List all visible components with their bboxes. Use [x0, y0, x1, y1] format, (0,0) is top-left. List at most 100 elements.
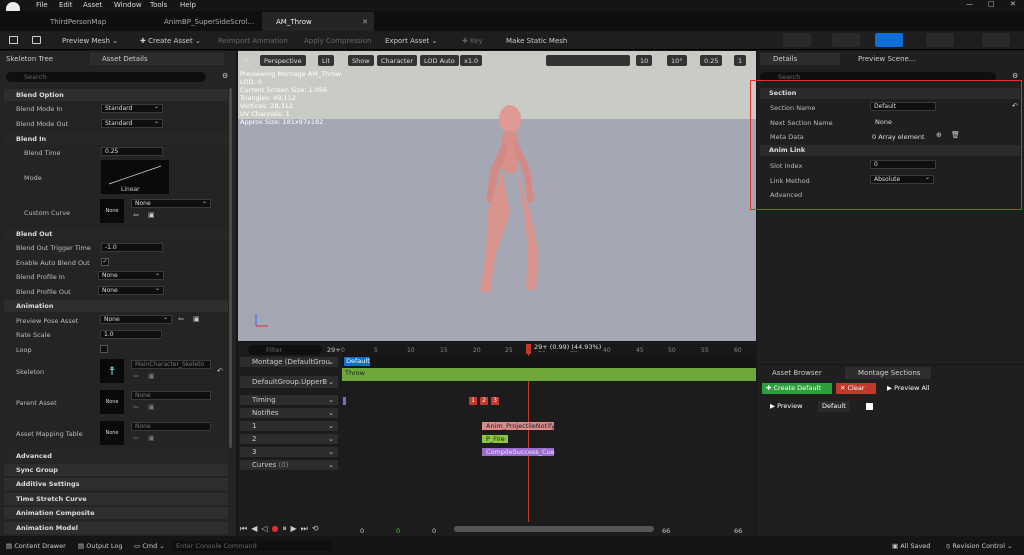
record-icon[interactable]: ●	[272, 524, 279, 534]
timing-marker[interactable]: 3	[491, 397, 499, 405]
category-animation[interactable]: Animation	[4, 300, 228, 312]
skip-end-icon[interactable]: ⏭	[301, 524, 308, 534]
skip-start-icon[interactable]: ⏮	[240, 524, 247, 534]
preview-button[interactable]: ▶ Preview	[770, 401, 802, 412]
skeleton-select[interactable]: MainCharacter_Skeleto	[131, 360, 211, 369]
section-default-chip[interactable]: Default	[818, 401, 850, 412]
play-reverse-icon[interactable]: ◁	[261, 524, 267, 534]
notify-track-1[interactable]: 1 ⌄	[240, 421, 338, 431]
perspective-button[interactable]: Perspective	[260, 55, 306, 66]
blend-time-input[interactable]: 0.25	[101, 147, 163, 156]
close-tab-icon[interactable]: ✕	[362, 18, 368, 26]
make-static-mesh-button[interactable]: Make Static Mesh	[506, 35, 567, 46]
category-additive-settings[interactable]: Additive Settings	[4, 478, 228, 490]
preview-all-button[interactable]: ▶ Preview All	[887, 383, 930, 394]
playback-speed-button[interactable]: x1.0	[460, 55, 483, 66]
chevron-down-icon[interactable]: ⌄	[328, 409, 334, 417]
range-start[interactable]: 0	[360, 527, 364, 535]
cmd-button[interactable]: ▭ Cmd ⌄	[134, 542, 165, 550]
lit-button[interactable]: Lit	[318, 55, 334, 66]
settings-icon[interactable]: ⚙	[222, 72, 228, 80]
slot-group-row[interactable]: DefaultGroup.UpperB ⌄	[240, 376, 338, 388]
minimize-icon[interactable]: —	[966, 0, 973, 8]
step-back-icon[interactable]: ◀	[251, 524, 257, 534]
output-log-button[interactable]: ▤ Output Log	[78, 542, 122, 550]
parent-asset-thumbnail[interactable]: None	[100, 390, 124, 414]
custom-curve-thumbnail[interactable]: None	[100, 199, 124, 223]
create-asset-button[interactable]: ✚ Create Asset ⌄	[140, 35, 201, 46]
step-forward-icon[interactable]: ▶	[291, 524, 297, 534]
browse-asset-icon[interactable]: ▣	[148, 211, 155, 219]
range-end[interactable]: 66	[734, 527, 742, 535]
tab-asset-details[interactable]: Asset Details	[90, 53, 224, 65]
menu-help[interactable]: Help	[180, 1, 196, 9]
blend-out-trigger-input[interactable]: -1.0	[101, 243, 163, 252]
timeline-scrollbar[interactable]	[454, 526, 654, 532]
throw-segment[interactable]: Throw	[342, 368, 756, 381]
tab-am-throw[interactable]: AM_Throw ✕	[262, 12, 374, 31]
view-start-2[interactable]: 0	[432, 527, 436, 535]
view-start[interactable]: 0	[396, 527, 400, 535]
notifies-row[interactable]: Notifies ⌄	[240, 408, 338, 418]
chevron-down-icon[interactable]: ⌄	[328, 435, 334, 443]
blend-profile-out-select[interactable]: None	[98, 285, 164, 295]
browse-asset-icon[interactable]: ▣	[148, 403, 155, 411]
save-icon[interactable]	[9, 36, 18, 44]
export-asset-button[interactable]: Export Asset ⌄	[385, 35, 437, 46]
tab-animbp[interactable]: AnimBP_SuperSideScrol...	[150, 12, 258, 31]
scrollbar[interactable]	[229, 88, 232, 448]
all-saved-indicator[interactable]: ▣ All Saved	[892, 542, 930, 550]
chevron-down-icon[interactable]: ⌄	[328, 422, 334, 430]
enable-auto-blend-out-checkbox[interactable]: ✓	[101, 258, 109, 266]
tab-skeleton-tree[interactable]: Skeleton Tree	[6, 53, 53, 65]
category-sync-group[interactable]: Sync Group	[4, 464, 228, 476]
category-blend-out[interactable]: Blend Out	[4, 228, 228, 240]
montage-row[interactable]: Montage (DefaultGrou ⌄	[240, 357, 338, 367]
notify-compile-success[interactable]: CompileSuccess_Cue	[482, 448, 555, 456]
browse-asset-icon[interactable]: ▣	[148, 434, 155, 442]
physics-mode-button[interactable]	[982, 33, 1010, 47]
category-advanced[interactable]: Advanced	[4, 450, 228, 462]
blend-curve-preview[interactable]: Linear	[101, 160, 169, 194]
blend-mode-in-select[interactable]: Standard	[101, 103, 163, 113]
custom-curve-select[interactable]: None	[131, 198, 211, 208]
preview-mesh-button[interactable]: Preview Mesh ⌄	[62, 35, 118, 46]
preview-pose-select[interactable]: None	[100, 314, 172, 324]
timing-row[interactable]: Timing ⌄	[240, 395, 338, 405]
animation-mode-button[interactable]	[875, 33, 903, 47]
chevron-down-icon[interactable]: ⌄	[328, 461, 334, 469]
menu-tools[interactable]: Tools	[150, 1, 167, 9]
mesh-mode-button[interactable]	[832, 33, 860, 47]
maximize-icon[interactable]: □	[988, 0, 995, 8]
menu-asset[interactable]: Asset	[83, 1, 102, 9]
reimport-animation-button[interactable]: Reimport Animation	[218, 35, 288, 46]
chevron-down-icon[interactable]: ⌄	[328, 448, 334, 456]
search-input[interactable]: Search	[6, 72, 206, 82]
tab-asset-browser[interactable]: Asset Browser	[760, 367, 822, 379]
section-checkbox[interactable]	[866, 403, 873, 410]
tab-montage-sections[interactable]: Montage Sections	[845, 367, 931, 379]
scale-snap-button[interactable]: 0.25	[700, 55, 723, 66]
loop-checkbox[interactable]	[100, 345, 108, 353]
notify-track-3[interactable]: 3 ⌄	[240, 447, 338, 457]
category-animation-model[interactable]: Animation Model	[4, 522, 228, 534]
use-selected-icon[interactable]: ⇦	[133, 211, 139, 219]
browse-asset-icon[interactable]: ▣	[193, 315, 200, 323]
timing-marker[interactable]: 1	[469, 397, 477, 405]
chevron-down-icon[interactable]: ⌄	[328, 358, 334, 366]
tab-preview-scene[interactable]: Preview Scene...	[858, 53, 916, 65]
parent-asset-select[interactable]: None	[131, 391, 211, 400]
notify-p-fire[interactable]: P_Fire	[482, 435, 508, 443]
skeleton-thumbnail[interactable]: ☨	[100, 359, 124, 383]
close-icon[interactable]: ✕	[1010, 0, 1016, 8]
playhead-handle[interactable]	[526, 344, 531, 354]
chevron-down-icon[interactable]: ⌄	[328, 396, 334, 404]
category-blend-option[interactable]: Blend Option	[4, 89, 228, 101]
show-button[interactable]: Show	[348, 55, 374, 66]
menu-window[interactable]: Window	[114, 1, 142, 9]
pause-icon[interactable]: ⏸	[283, 524, 287, 534]
menu-edit[interactable]: Edit	[59, 1, 73, 9]
viewport-menu-icon[interactable]: ≡	[243, 56, 249, 64]
clear-button[interactable]: ✕ Clear	[836, 383, 876, 394]
curves-row[interactable]: Curves (0) ⌄	[240, 460, 338, 470]
